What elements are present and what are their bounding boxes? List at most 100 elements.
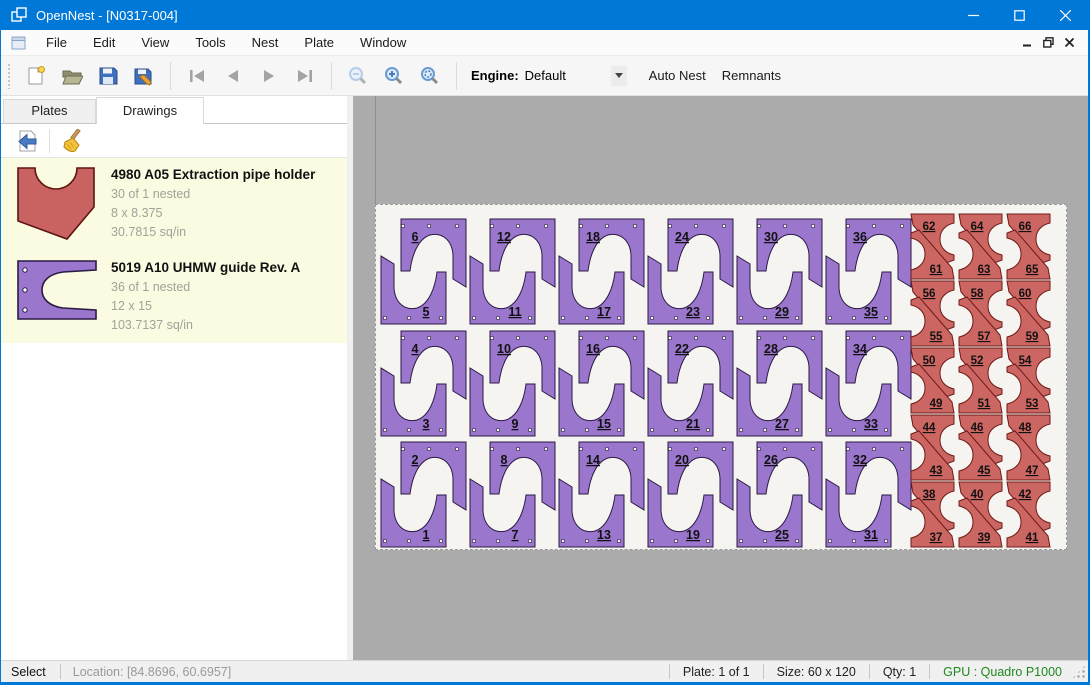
nest-pair-red[interactable]: 48 47	[1007, 415, 1050, 480]
part-number: 14	[586, 453, 600, 467]
child-restore-icon[interactable]	[1038, 33, 1059, 53]
status-bar: Select Location: [84.8696, 60.6957] Plat…	[1, 660, 1088, 682]
nest-pair-purple[interactable]: 2625	[737, 442, 822, 547]
drawings-toolbar	[1, 124, 347, 158]
page-back-arrow-icon	[15, 129, 39, 153]
part-number: 3	[423, 417, 430, 431]
nest-pair-red[interactable]: 4039	[959, 482, 1002, 547]
zoom-out-button[interactable]	[343, 61, 373, 91]
nest-pair-purple[interactable]: 3231	[826, 442, 911, 547]
part-number: 44	[923, 422, 936, 434]
tab-drawings[interactable]: Drawings	[96, 97, 204, 124]
toolbar-grip[interactable]	[7, 63, 12, 89]
menu-edit[interactable]: Edit	[80, 31, 128, 54]
nest-pair-purple[interactable]: 109	[470, 331, 555, 436]
nest-pair-red[interactable]: 6261	[911, 214, 954, 279]
drawing-item[interactable]: 4980 A05 Extraction pipe holder 30 of 1 …	[1, 158, 347, 251]
plate[interactable]: 6512111817242330293635431091615222128273…	[375, 204, 1067, 550]
nest-pair-red[interactable]: 44 43	[911, 415, 954, 480]
engine-dropdown-button[interactable]	[611, 66, 627, 86]
nest-pair-red[interactable]: 6665	[1007, 214, 1050, 279]
resize-grip[interactable]	[1072, 665, 1086, 679]
part-number: 18	[586, 230, 600, 244]
menu-plate[interactable]: Plate	[291, 31, 347, 54]
nest-pair-purple[interactable]: 3635	[826, 219, 911, 324]
auto-nest-button[interactable]: Auto Nest	[641, 63, 714, 88]
part-number: 54	[1019, 355, 1032, 367]
last-plate-button[interactable]	[290, 61, 320, 91]
document-window-icon[interactable]	[11, 35, 27, 51]
part-number: 21	[686, 417, 700, 431]
open-button[interactable]	[57, 61, 87, 91]
status-location: Location: [84.8696, 60.6957]	[61, 665, 243, 679]
part-thumbnail-purple	[15, 258, 99, 322]
nest-pair-purple[interactable]: 2221	[648, 331, 733, 436]
nest-pair-purple[interactable]: 1615	[559, 331, 644, 436]
drawing-name: 5019 A10 UHMW guide Rev. A	[111, 260, 300, 275]
engine-select[interactable]: Default	[525, 68, 611, 83]
part-number: 43	[930, 465, 943, 477]
tab-plates[interactable]: Plates	[3, 99, 96, 123]
part-number: 59	[1026, 331, 1039, 343]
part-number: 47	[1026, 465, 1039, 477]
nest-pair-red[interactable]: 4241	[1007, 482, 1050, 547]
panel-tabs: Plates Drawings	[1, 96, 347, 123]
nest-pair-purple[interactable]: 1413	[559, 442, 644, 547]
nest-canvas[interactable]: 6512111817242330293635431091615222128273…	[353, 96, 1088, 660]
part-number: 5	[423, 305, 430, 319]
nest-pair-red[interactable]: 5655	[911, 281, 954, 346]
save-button[interactable]	[93, 61, 123, 91]
drawing-item[interactable]: 5019 A10 UHMW guide Rev. A 36 of 1 neste…	[1, 251, 347, 343]
close-button[interactable]	[1042, 0, 1088, 30]
nest-pair-red[interactable]: 5049	[911, 348, 954, 413]
new-button[interactable]	[21, 61, 51, 91]
previous-arrow-icon	[222, 65, 244, 87]
part-thumbnail-red	[15, 165, 97, 243]
child-close-icon[interactable]	[1059, 33, 1080, 53]
nest-pair-purple[interactable]: 65	[381, 219, 466, 324]
zoom-fit-button[interactable]	[415, 61, 445, 91]
part-number: 48	[1019, 422, 1032, 434]
nest-pair-purple[interactable]: 1817	[559, 219, 644, 324]
next-arrow-icon	[258, 65, 280, 87]
menu-file[interactable]: File	[33, 31, 80, 54]
nest-pair-purple[interactable]: 3433	[826, 331, 911, 436]
nest-pair-red[interactable]: 6059	[1007, 281, 1050, 346]
clear-button[interactable]	[58, 127, 86, 155]
maximize-button[interactable]	[996, 0, 1042, 30]
menu-tools[interactable]: Tools	[182, 31, 238, 54]
nest-pair-red[interactable]: 4645	[959, 415, 1002, 480]
nest-pair-purple[interactable]: 2827	[737, 331, 822, 436]
return-drawing-button[interactable]	[13, 127, 41, 155]
first-plate-button[interactable]	[182, 61, 212, 91]
remnants-button[interactable]: Remnants	[714, 63, 789, 88]
save-as-button[interactable]	[129, 61, 159, 91]
zoom-in-button[interactable]	[379, 61, 409, 91]
nest-pair-red[interactable]: 6463	[959, 214, 1002, 279]
save-as-icon	[133, 65, 155, 87]
nest-pair-purple[interactable]: 21	[381, 442, 466, 547]
nest-pair-red[interactable]: 5251	[959, 348, 1002, 413]
nest-pair-purple[interactable]: 2423	[648, 219, 733, 324]
nest-pair-purple[interactable]: 3029	[737, 219, 822, 324]
part-number: 10	[497, 342, 511, 356]
nest-pair-purple[interactable]: 87	[470, 442, 555, 547]
menu-window[interactable]: Window	[347, 31, 419, 54]
next-plate-button[interactable]	[254, 61, 284, 91]
status-plate: Plate: 1 of 1	[670, 665, 763, 679]
nest-pair-red[interactable]: 3837	[911, 482, 954, 547]
child-minimize-icon[interactable]	[1017, 33, 1038, 53]
nest-pair-red[interactable]: 5453	[1007, 348, 1050, 413]
nest-pair-purple[interactable]: 2019	[648, 442, 733, 547]
menu-nest[interactable]: Nest	[239, 31, 292, 54]
minimize-button[interactable]	[950, 0, 996, 30]
previous-plate-button[interactable]	[218, 61, 248, 91]
first-arrow-icon	[186, 65, 208, 87]
nest-pair-red[interactable]: 5857	[959, 281, 1002, 346]
part-number: 1	[423, 528, 430, 542]
menu-view[interactable]: View	[128, 31, 182, 54]
nest-pair-purple[interactable]: 43	[381, 331, 466, 436]
part-number: 42	[1019, 489, 1032, 501]
nest-pair-purple[interactable]: 1211	[470, 219, 555, 324]
part-number: 63	[978, 264, 991, 276]
